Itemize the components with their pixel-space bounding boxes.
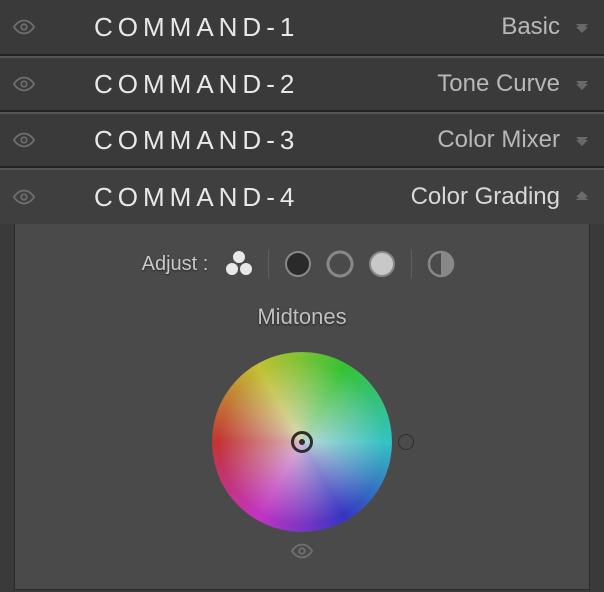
saturation-handle[interactable]	[398, 434, 414, 450]
panel-name: Basic	[501, 13, 560, 41]
adjust-global-icon[interactable]	[424, 247, 458, 281]
disclosure-up-icon[interactable]	[572, 187, 592, 207]
panel-name: Color Grading	[411, 183, 560, 211]
color-wheel-puck[interactable]	[291, 431, 313, 453]
adjust-highlights-icon[interactable]	[365, 247, 399, 281]
adjust-shadows-icon[interactable]	[281, 247, 315, 281]
disclosure-icon[interactable]	[572, 130, 592, 150]
eye-icon[interactable]	[12, 128, 36, 152]
color-wheel-area	[15, 352, 589, 532]
panel-header-tone-curve[interactable]: COMMAND-2 Tone Curve	[0, 56, 604, 112]
adjust-three-way-icon[interactable]	[222, 247, 256, 281]
separator-icon	[268, 250, 269, 278]
shortcut-label: COMMAND-3	[94, 125, 299, 156]
adjust-midtones-icon[interactable]	[323, 247, 357, 281]
panel-header-basic[interactable]: COMMAND-1 Basic	[0, 0, 604, 56]
disclosure-icon[interactable]	[572, 74, 592, 94]
panel-name: Tone Curve	[437, 70, 560, 98]
panel-header-color-mixer[interactable]: COMMAND-3 Color Mixer	[0, 112, 604, 168]
panel-name: Color Mixer	[437, 126, 560, 154]
shortcut-label: COMMAND-2	[94, 69, 299, 100]
adjust-mode-row: Adjust :	[15, 242, 589, 286]
adjust-label: Adjust :	[142, 253, 209, 276]
eye-icon[interactable]	[12, 72, 36, 96]
panel-header-color-grading[interactable]: COMMAND-4 Color Grading	[0, 168, 604, 224]
disclosure-icon[interactable]	[572, 17, 592, 37]
separator-icon	[411, 250, 412, 278]
section-label: Midtones	[15, 304, 589, 330]
shortcut-label: COMMAND-4	[94, 182, 299, 213]
shortcut-label: COMMAND-1	[94, 12, 299, 43]
color-grading-panel-content: Adjust : Midtones	[14, 224, 590, 590]
eye-icon[interactable]	[12, 15, 36, 39]
eye-icon[interactable]	[12, 185, 36, 209]
midtones-color-wheel[interactable]	[212, 352, 392, 532]
section-visibility-toggle[interactable]	[15, 540, 589, 567]
